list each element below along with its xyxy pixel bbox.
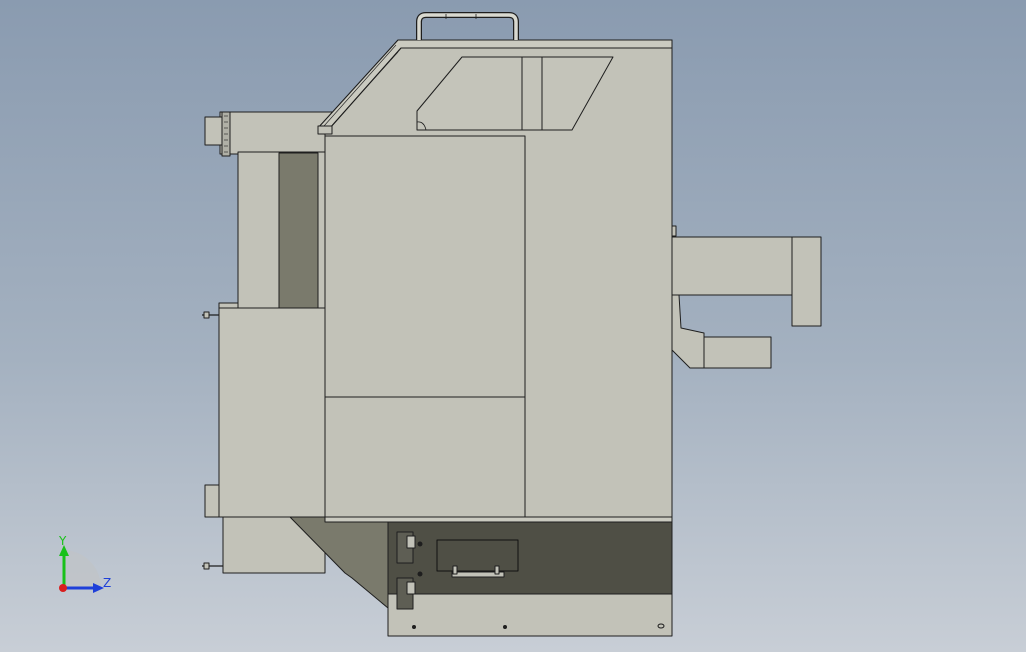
base-inspection-hatch (436, 539, 519, 578)
z-axis-label: Z (103, 576, 111, 590)
left-upper-housing (204, 111, 333, 157)
top-handle (416, 12, 519, 40)
y-axis-label: Y (58, 534, 67, 548)
cad-viewport[interactable]: Y Z (0, 0, 1026, 652)
front-door-panels (324, 135, 526, 519)
triad-arc (64, 550, 102, 588)
right-chute-upper (671, 225, 822, 327)
right-chute-lower (671, 294, 772, 369)
cad-drawing: Y Z (58, 12, 822, 637)
x-axis-dot (59, 584, 67, 592)
coordinate-triad: Y Z (58, 534, 111, 593)
left-window-frame (218, 151, 326, 312)
